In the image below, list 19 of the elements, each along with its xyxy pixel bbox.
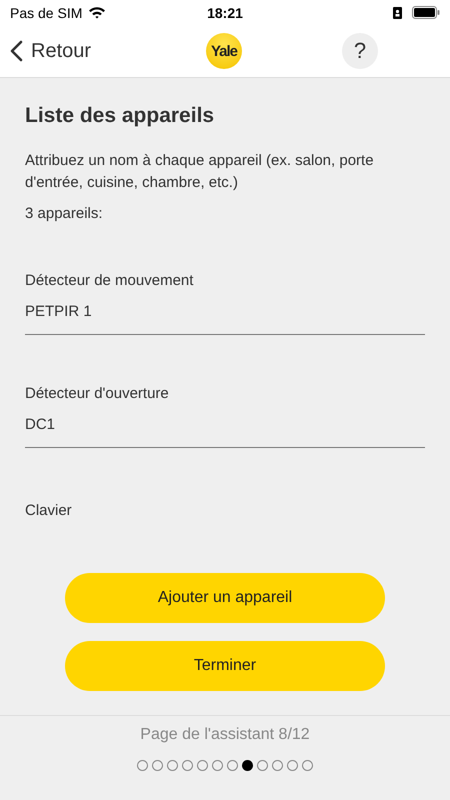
action-button[interactable]: Terminer [65,641,385,691]
back-button[interactable]: Retour [10,40,92,62]
field-label: Détecteur d'ouverture [25,385,170,402]
chevron-left-icon [10,40,23,62]
field-label: Détecteur de mouvement [25,272,194,289]
device-count: 3 appareils: [25,205,104,222]
battery-icon [412,6,440,19]
input-field[interactable]: PETPIR 1 [25,303,425,335]
help-button[interactable]: ? [342,33,378,69]
description-text: Attribuez un nom à chaque appareil (ex. salon, porte d'entrée, cuisine, chambre, etc.) [25,151,375,193]
page-indicator-text: Page de l'assistant 8/12 [140,726,310,744]
wifi-icon [88,6,106,19]
input-field[interactable]: DC1 [25,416,425,448]
page-title: Liste des appareils [25,104,216,128]
field-label: Clavier [25,502,73,519]
clock-time: 18:21 [207,4,243,20]
carrier-text: Pas de SIM [10,4,82,20]
yale-logo: Yale [206,33,242,69]
action-button[interactable]: Ajouter un appareil [65,573,385,623]
